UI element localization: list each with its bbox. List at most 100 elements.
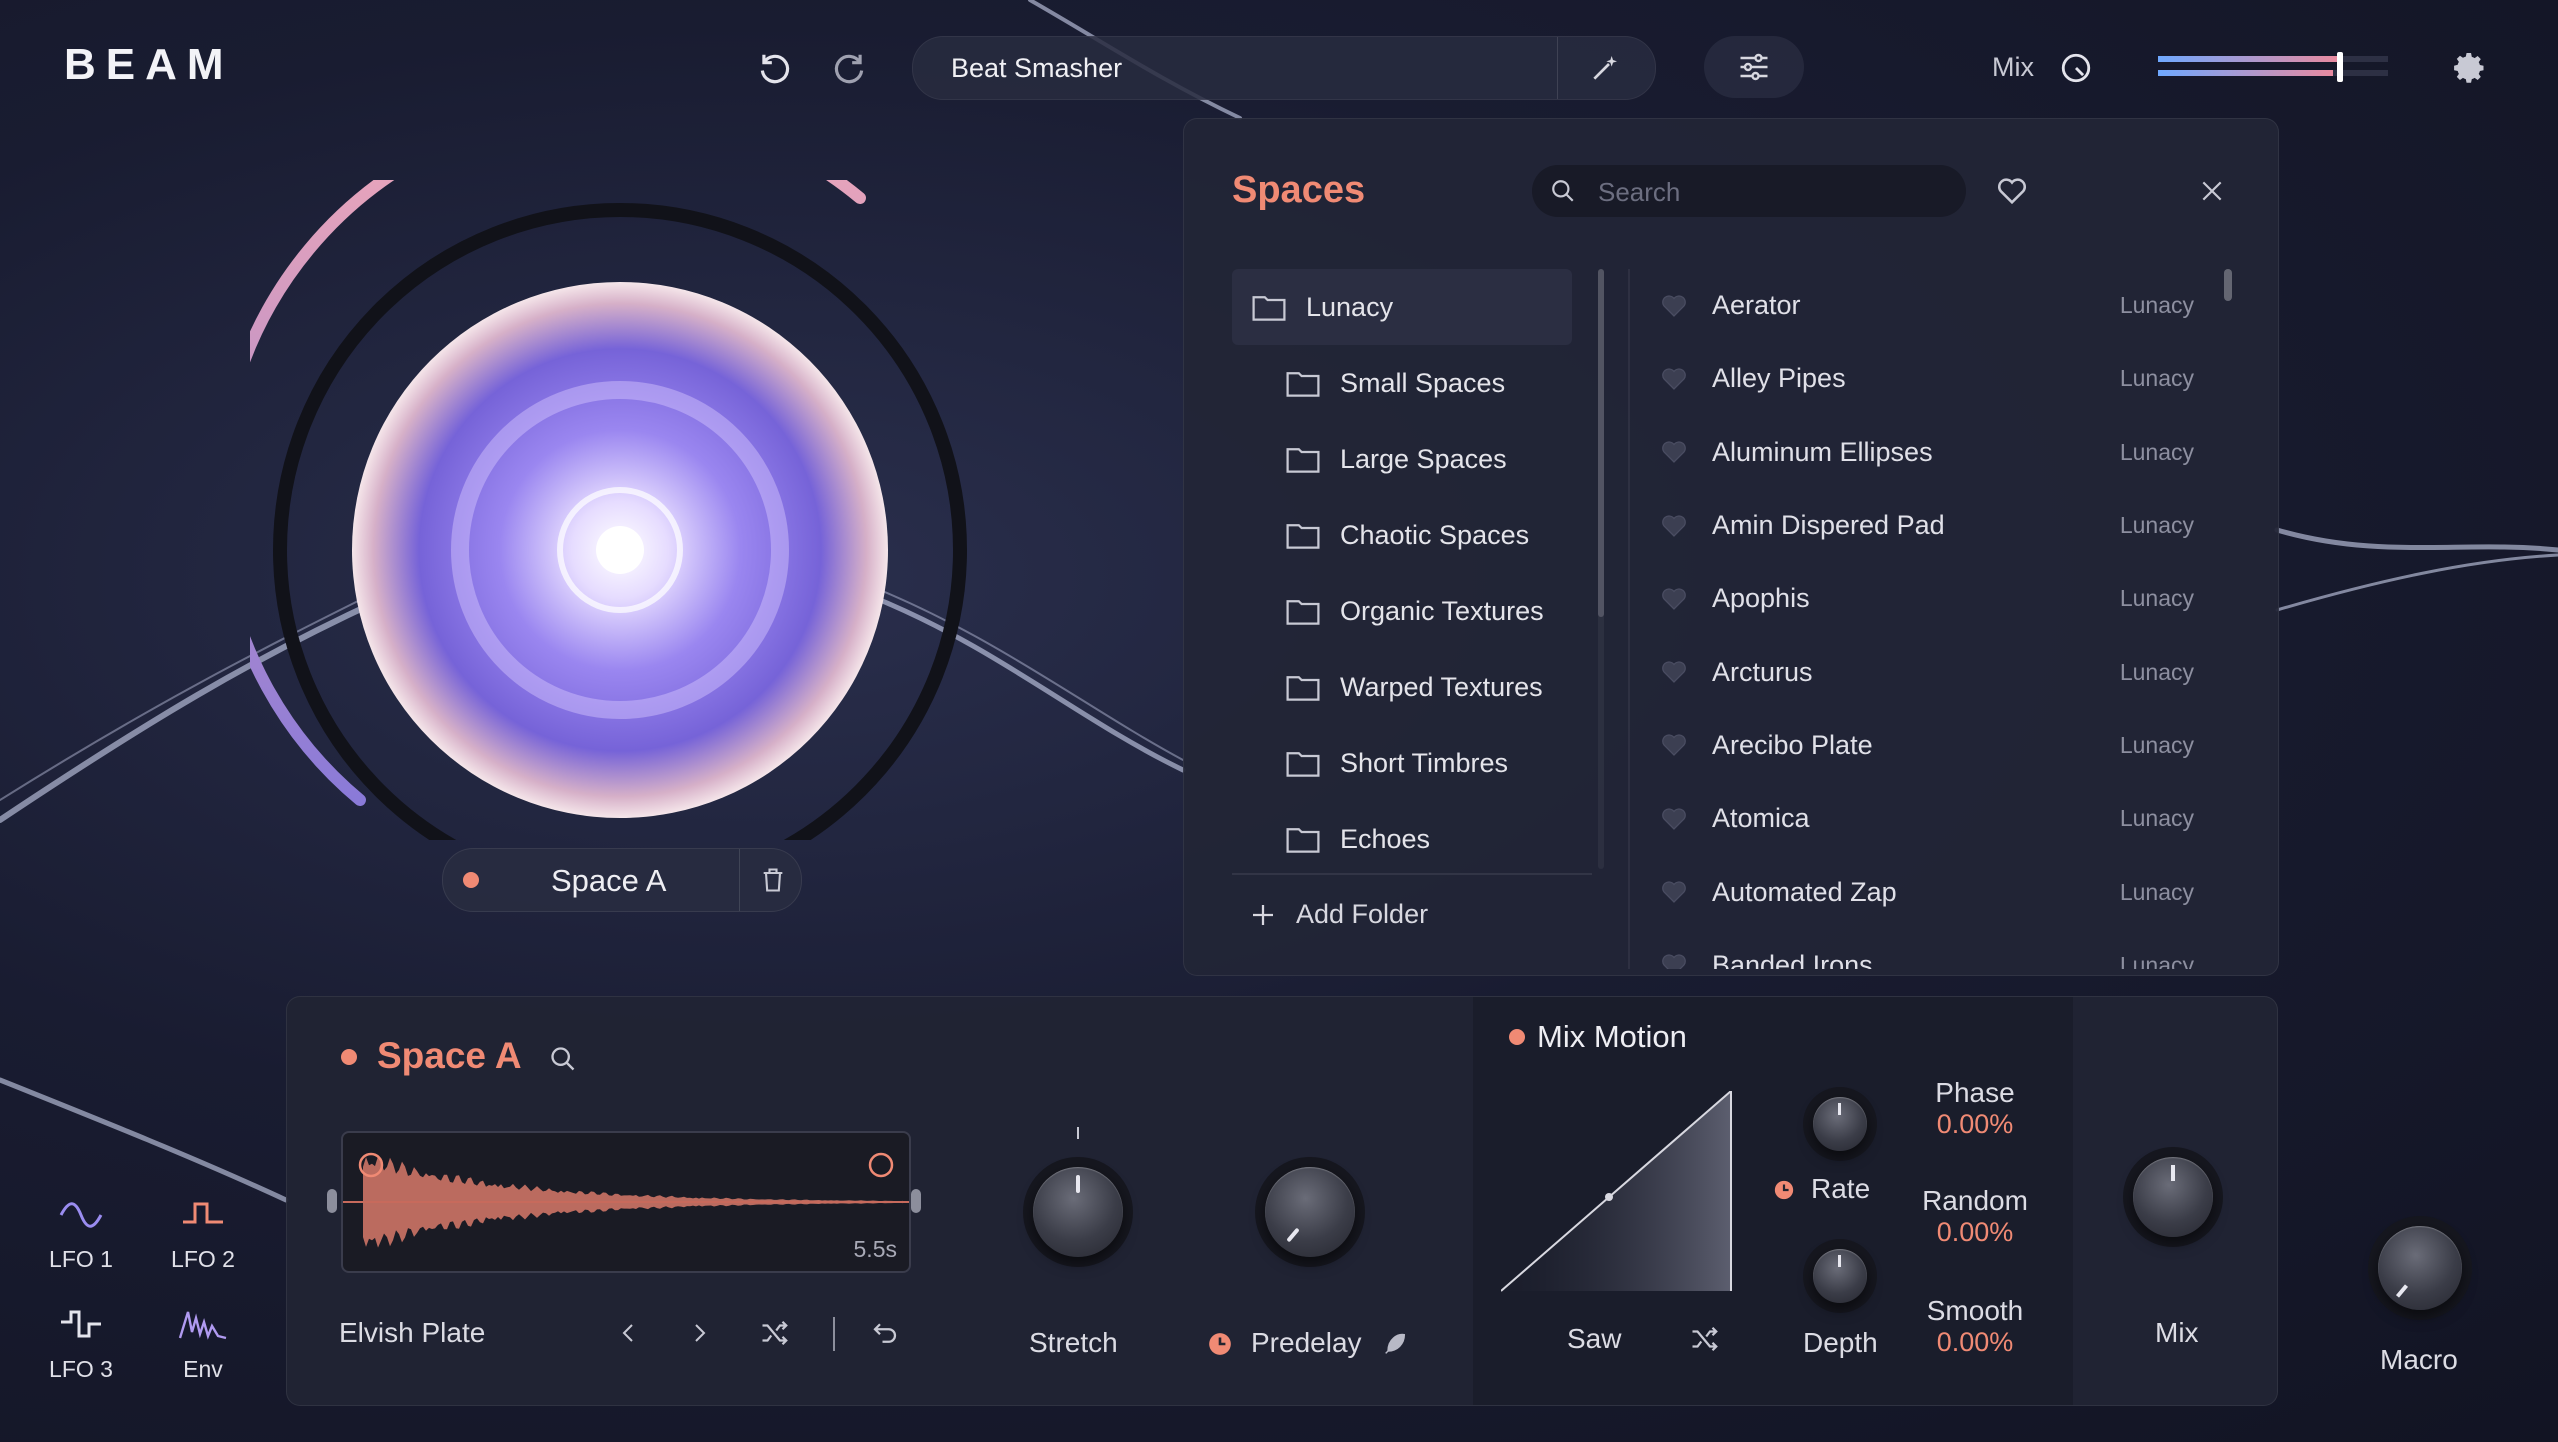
global-mix-label: Mix xyxy=(1992,52,2034,82)
heart-icon[interactable] xyxy=(1658,437,1690,467)
folder-item[interactable]: Lunacy xyxy=(1232,269,1572,345)
favorites-filter-button[interactable] xyxy=(1990,169,2034,213)
next-ir-button[interactable] xyxy=(679,1313,719,1353)
space-preset-row[interactable]: Arcturus Lunacy xyxy=(1658,635,2218,708)
stretch-knob-pointer xyxy=(1076,1175,1080,1193)
mix-knob[interactable] xyxy=(2123,1147,2223,1247)
impulse-response-waveform[interactable]: 5.5s xyxy=(341,1131,911,1273)
add-folder-button[interactable]: Add Folder xyxy=(1248,899,1428,930)
rate-sync-toggle[interactable] xyxy=(1771,1177,1797,1203)
space-preset-row[interactable]: Alley Pipes Lunacy xyxy=(1658,342,2218,415)
envelope-source[interactable]: Env xyxy=(168,1308,238,1383)
stretch-center-tick xyxy=(1077,1127,1079,1139)
undo-button[interactable] xyxy=(752,46,798,92)
space-preset-name: Atomica xyxy=(1712,803,1810,834)
phase-control[interactable]: Phase 0.00% xyxy=(1915,1077,2035,1140)
space-preset-row[interactable]: Amin Dispered Pad Lunacy xyxy=(1658,489,2218,562)
feather-icon xyxy=(1385,1333,1406,1354)
reset-ir-button[interactable] xyxy=(863,1313,907,1353)
space-preset-row[interactable]: Aluminum Ellipses Lunacy xyxy=(1658,416,2218,489)
folder-item[interactable]: Small Spaces xyxy=(1232,345,1572,421)
settings-panel-button[interactable] xyxy=(1704,36,1804,98)
lfo1-label: LFO 1 xyxy=(49,1246,113,1272)
space-preset-row[interactable]: Arecibo Plate Lunacy xyxy=(1658,709,2218,782)
space-preset-row[interactable]: Aerator Lunacy xyxy=(1658,269,2218,342)
depth-knob-pointer xyxy=(1838,1255,1841,1267)
smooth-label: Smooth xyxy=(1926,1295,2024,1326)
redo-button[interactable] xyxy=(826,46,872,92)
lfo1-source[interactable]: LFO 1 xyxy=(46,1198,116,1273)
space-selector-pill[interactable]: Space A xyxy=(442,848,802,912)
predelay-feather-button[interactable] xyxy=(1377,1327,1413,1361)
mix-motion-shape-display[interactable] xyxy=(1501,1091,1751,1301)
space-search-button[interactable] xyxy=(543,1039,583,1079)
ir-end-handle[interactable] xyxy=(868,1152,894,1178)
space-orb-visualizer[interactable] xyxy=(250,180,1000,840)
smooth-control[interactable]: Smooth 0.00% xyxy=(1905,1295,2045,1358)
space-preset-row[interactable]: Banded Irons Lunacy xyxy=(1658,929,2218,969)
folder-item[interactable]: Echoes xyxy=(1232,801,1572,877)
folder-scrollbar-thumb[interactable] xyxy=(1598,269,1604,617)
spaces-browser-panel: Spaces Search Lunacy Small Spaces Large Sp… xyxy=(1183,118,2279,976)
space-preset-row[interactable]: Atomica Lunacy xyxy=(1658,782,2218,855)
macro-knob[interactable] xyxy=(2368,1216,2472,1320)
space-preset-row[interactable]: Apophis Lunacy xyxy=(1658,562,2218,635)
ir-trim-left-handle[interactable] xyxy=(327,1189,337,1213)
stretch-label: Stretch xyxy=(1029,1327,1118,1358)
space-preset-folder-tag: Lunacy xyxy=(2119,292,2194,319)
space-active-indicator[interactable] xyxy=(463,872,479,888)
previous-ir-button[interactable] xyxy=(609,1313,649,1353)
preset-assistant-button[interactable] xyxy=(1581,45,1629,91)
lfo2-source[interactable]: LFO 2 xyxy=(168,1198,238,1273)
chevron-right-icon xyxy=(695,1324,706,1342)
space-preset-folder-tag: Lunacy xyxy=(2119,512,2194,539)
heart-icon[interactable] xyxy=(1658,657,1690,687)
ir-trim-right-handle[interactable] xyxy=(911,1189,921,1213)
space-preset-name: Automated Zap xyxy=(1712,876,1897,907)
macro-knob-cap xyxy=(2378,1226,2462,1310)
heart-icon[interactable] xyxy=(1658,291,1690,321)
heart-icon[interactable] xyxy=(1658,584,1690,614)
mix-motion-active-indicator[interactable] xyxy=(1509,1029,1525,1045)
ir-name: Elvish Plate xyxy=(339,1317,486,1348)
redo-icon xyxy=(834,54,864,84)
folder-item[interactable]: Large Spaces xyxy=(1232,421,1572,497)
heart-icon[interactable] xyxy=(1658,364,1690,394)
random-control[interactable]: Random 0.00% xyxy=(1905,1185,2045,1248)
rate-knob[interactable] xyxy=(1803,1087,1877,1161)
shuffle-ir-button[interactable] xyxy=(753,1313,797,1353)
preset-scrollbar-thumb[interactable] xyxy=(2224,269,2232,301)
shuffle-shape-button[interactable] xyxy=(1683,1319,1727,1359)
heart-icon[interactable] xyxy=(1658,877,1690,907)
heart-icon[interactable] xyxy=(1658,950,1690,969)
global-mix-dial[interactable] xyxy=(2058,50,2094,86)
depth-knob[interactable] xyxy=(1803,1239,1877,1313)
lfo-shape-label[interactable]: Saw xyxy=(1567,1323,1621,1355)
space-preset-name: Aluminum Ellipses xyxy=(1712,436,1933,467)
predelay-knob[interactable] xyxy=(1255,1157,1365,1267)
spaces-search-field[interactable]: Search xyxy=(1532,165,1966,217)
folder-item[interactable]: Organic Textures xyxy=(1232,573,1572,649)
search-placeholder: Search xyxy=(1598,177,1681,207)
space-section-title: Space A xyxy=(377,1035,522,1076)
folder-item[interactable]: Short Timbres xyxy=(1232,725,1572,801)
envelope-icon xyxy=(178,1311,227,1340)
settings-button[interactable] xyxy=(2448,46,2492,90)
ir-waveform-graphic xyxy=(343,1152,909,1248)
close-panel-button[interactable] xyxy=(2192,171,2232,211)
space-section-active-indicator[interactable] xyxy=(341,1049,357,1065)
preset-browser-bar[interactable]: Beat Smasher xyxy=(912,36,1656,100)
folder-item[interactable]: Chaotic Spaces xyxy=(1232,497,1572,573)
add-folder-label: Add Folder xyxy=(1296,899,1429,929)
folder-item[interactable]: Warped Textures xyxy=(1232,649,1572,725)
predelay-sync-toggle[interactable] xyxy=(1205,1329,1235,1359)
lfo3-source[interactable]: LFO 3 xyxy=(46,1308,116,1383)
heart-icon[interactable] xyxy=(1658,804,1690,834)
space-preset-row[interactable]: Automated Zap Lunacy xyxy=(1658,855,2218,928)
stretch-knob[interactable] xyxy=(1023,1157,1133,1267)
clock-icon xyxy=(1209,1333,1231,1355)
delete-space-button[interactable] xyxy=(753,861,793,899)
output-level-meter[interactable] xyxy=(2158,52,2388,82)
heart-icon[interactable] xyxy=(1658,511,1690,541)
heart-icon[interactable] xyxy=(1658,730,1690,760)
